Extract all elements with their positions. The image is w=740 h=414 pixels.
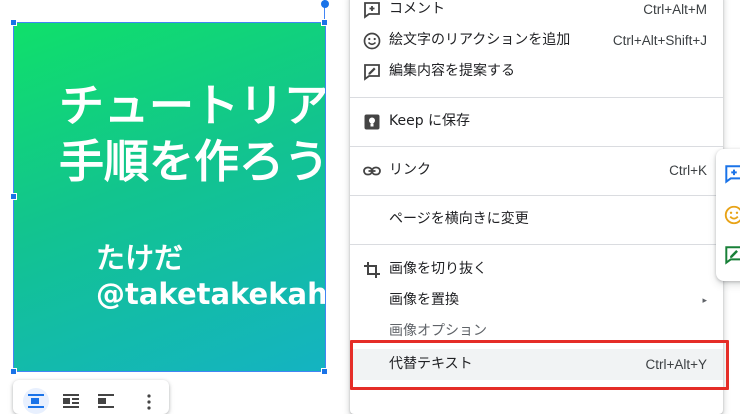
menu-item-comment[interactable]: コメント Ctrl+Alt+M xyxy=(350,0,723,25)
menu-item-label: 画像を置換 xyxy=(389,292,459,308)
more-options-button[interactable] xyxy=(147,394,151,414)
menu-item-crop-image[interactable]: 画像を切り抜く xyxy=(350,254,723,285)
author-handle: @taketakekaho xyxy=(96,277,326,311)
rotation-handle[interactable] xyxy=(321,0,329,8)
suggest-edit-icon xyxy=(364,64,380,81)
resize-handle-bottom-right[interactable] xyxy=(321,368,328,375)
add-comment-icon[interactable] xyxy=(723,163,740,185)
highlight-annotation-box xyxy=(350,340,729,390)
slide-author: たけだ @taketakekaho xyxy=(96,240,326,312)
menu-item-label: 絵文字のリアクションを追加 xyxy=(389,32,571,48)
break-text-button[interactable] xyxy=(93,388,119,414)
resize-handle-bottom-left[interactable] xyxy=(10,368,17,375)
crop-icon xyxy=(364,262,380,278)
menu-item-shortcut: Ctrl+Alt+M xyxy=(643,2,707,17)
wrap-text-button[interactable] xyxy=(58,388,84,414)
wrap-text-icon xyxy=(63,394,79,408)
menu-separator xyxy=(350,244,723,245)
menu-separator xyxy=(350,97,723,98)
menu-separator xyxy=(350,195,723,196)
menu-item-shortcut: Ctrl+Alt+Shift+J xyxy=(612,33,707,48)
menu-item-suggest-edits[interactable]: 編集内容を提案する xyxy=(350,56,723,87)
slide-title-line-1: チュートリアル xyxy=(59,79,326,132)
menu-item-label: 編集内容を提案する xyxy=(389,63,515,79)
break-text-icon xyxy=(98,394,114,408)
menu-item-replace-image[interactable]: 画像を置換 ▸ xyxy=(350,285,723,316)
menu-separator xyxy=(350,146,723,147)
slide-title-line-2: 手順を作ろう xyxy=(59,135,326,188)
menu-item-label: ページを横向きに変更 xyxy=(389,211,529,227)
resize-handle-top-left[interactable] xyxy=(10,19,17,26)
menu-item-label: リンク xyxy=(389,162,431,178)
menu-item-add-emoji-reaction[interactable]: 絵文字のリアクションを追加 Ctrl+Alt+Shift+J xyxy=(350,25,723,56)
author-name: たけだ xyxy=(96,241,184,275)
keep-icon xyxy=(364,114,380,130)
menu-item-shortcut: Ctrl+K xyxy=(669,163,707,178)
menu-item-label: コメント xyxy=(389,1,445,17)
menu-item-landscape[interactable]: ページを横向きに変更 xyxy=(350,204,723,235)
suggest-edit-icon[interactable] xyxy=(723,244,740,266)
resize-handle-top-right[interactable] xyxy=(321,19,328,26)
inline-button[interactable] xyxy=(23,388,49,414)
menu-item-label: 画像を切り抜く xyxy=(389,261,487,277)
inline-icon xyxy=(28,394,44,408)
side-action-bar xyxy=(716,149,740,281)
link-icon xyxy=(363,166,381,176)
tutorial-slide-image: チュートリアル 手順を作ろう たけだ @taketakekaho xyxy=(13,22,326,372)
menu-item-label: Keep に保存 xyxy=(389,113,471,129)
slide-title: チュートリアル 手順を作ろう xyxy=(59,78,326,190)
menu-item-save-to-keep[interactable]: Keep に保存 xyxy=(350,106,723,137)
menu-item-link[interactable]: リンク Ctrl+K xyxy=(350,155,723,186)
image-toolbar xyxy=(13,380,169,414)
add-comment-icon xyxy=(364,2,380,19)
emoji-icon[interactable] xyxy=(723,204,740,226)
resize-handle-middle-left[interactable] xyxy=(10,193,17,200)
emoji-icon xyxy=(363,32,381,50)
submenu-arrow-icon: ▸ xyxy=(702,296,707,306)
more-vert-icon xyxy=(147,394,151,410)
selected-image[interactable]: チュートリアル 手順を作ろう たけだ @taketakekaho xyxy=(10,0,329,375)
